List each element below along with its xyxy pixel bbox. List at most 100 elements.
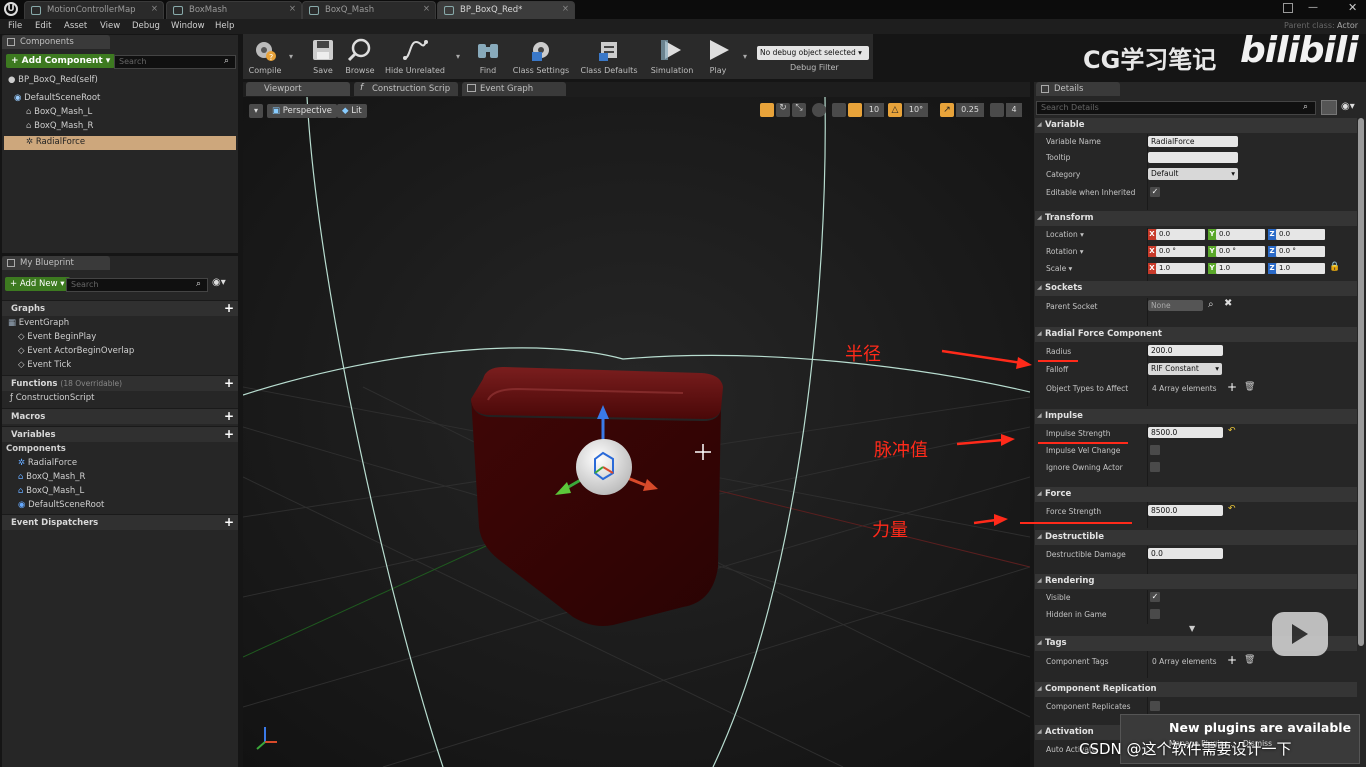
search-icon[interactable]: ⌕ — [196, 279, 201, 289]
simulation-button[interactable]: Simulation — [648, 36, 696, 78]
close-icon[interactable]: × — [423, 4, 430, 14]
reset-default-icon[interactable]: ↶ — [1228, 426, 1236, 436]
component-replicates-checkbox[interactable] — [1150, 701, 1160, 711]
radius-input[interactable]: 200.0 — [1148, 345, 1223, 356]
viewport-options-button[interactable]: ▾ — [249, 104, 263, 118]
category-dropdown[interactable]: Default — [1148, 168, 1238, 180]
play-dropdown-icon[interactable]: ▾ — [743, 52, 747, 61]
rotation-snap-icon[interactable]: △ — [888, 103, 902, 117]
world-local-icon[interactable] — [812, 103, 826, 117]
transform-section[interactable]: Transform — [1035, 211, 1357, 226]
tab-construction-script[interactable]: Construction Scrip — [354, 82, 458, 96]
menu-help[interactable]: Help — [215, 21, 234, 31]
menu-window[interactable]: Window — [171, 21, 205, 31]
play-button[interactable]: Play — [702, 36, 734, 78]
add-component-button[interactable]: + Add Component ▾ — [6, 54, 116, 68]
add-function-icon[interactable]: + — [224, 377, 234, 389]
viewport[interactable]: ▾ ▣ Perspective ◆ Lit ↻ ⤡ 10 △ 10° ↗ 0.2… — [243, 97, 1030, 767]
lock-icon[interactable]: 🔒 — [1329, 262, 1340, 272]
variable-boxq-mash-r[interactable]: ⌂ BoxQ_Mash_R — [18, 472, 85, 486]
force-section[interactable]: Force — [1035, 487, 1357, 502]
compile-button[interactable]: ? Compile — [246, 36, 284, 78]
close-icon[interactable]: × — [151, 4, 158, 14]
variable-defaultsceneroot[interactable]: ◉ DefaultSceneRoot — [18, 500, 104, 514]
event-beginplay-item[interactable]: ◇ Event BeginPlay — [18, 332, 96, 346]
clear-icon[interactable]: ✖ — [1224, 298, 1232, 309]
rotate-mode-icon[interactable]: ↻ — [776, 103, 790, 117]
details-search-input[interactable]: Search Details — [1036, 101, 1316, 115]
variable-name-input[interactable]: RadialForce — [1148, 136, 1238, 147]
components-tab[interactable]: Components — [2, 35, 110, 49]
close-icon[interactable]: × — [562, 4, 569, 14]
browse-button[interactable]: Browse — [342, 36, 378, 78]
camera-speed-value[interactable]: 4 — [1006, 103, 1022, 117]
bilibili-tv-icon[interactable] — [1272, 612, 1328, 656]
class-defaults-button[interactable]: Class Defaults — [578, 36, 640, 78]
close-window-button[interactable]: ✕ — [1348, 1, 1357, 14]
graphs-section[interactable]: Graphs + — [2, 300, 238, 316]
rotation-z-input[interactable]: 0.0 ° — [1276, 246, 1325, 257]
tab-boxmash[interactable]: BoxMash × — [166, 1, 302, 19]
reset-default-icon[interactable]: ↶ — [1228, 504, 1236, 514]
ignore-owning-actor-checkbox[interactable] — [1150, 462, 1160, 472]
rotation-x-input[interactable]: 0.0 ° — [1156, 246, 1205, 257]
add-variable-icon[interactable]: + — [224, 428, 234, 440]
event-actorbeginoverlap-item[interactable]: ◇ Event ActorBeginOverlap — [18, 346, 134, 360]
tooltip-input[interactable] — [1148, 152, 1238, 163]
tree-item-boxq-mash-r[interactable]: ⌂ BoxQ_Mash_R — [26, 121, 93, 135]
trash-icon[interactable]: 🗑 — [1244, 655, 1255, 665]
scale-snap-icon[interactable]: ↗ — [940, 103, 954, 117]
trash-icon[interactable]: 🗑 — [1244, 382, 1255, 392]
details-scrollbar[interactable] — [1358, 118, 1364, 646]
minimize-button[interactable]: — — [1308, 2, 1318, 13]
search-icon[interactable]: ⌕ — [1208, 299, 1214, 310]
tree-item-defaultsceneroot[interactable]: ◉ DefaultSceneRoot — [14, 93, 100, 107]
component-replication-section[interactable]: Component Replication — [1035, 682, 1357, 697]
variable-boxq-mash-l[interactable]: ⌂ BoxQ_Mash_L — [18, 486, 84, 500]
menu-file[interactable]: File — [8, 21, 22, 31]
add-graph-icon[interactable]: + — [224, 302, 234, 314]
scale-label[interactable]: Scale ▾ — [1046, 264, 1072, 273]
scale-snap-value[interactable]: 0.25 — [956, 103, 984, 117]
rendering-section[interactable]: Rendering — [1035, 574, 1357, 589]
rotation-label[interactable]: Rotation ▾ — [1046, 247, 1084, 256]
find-button[interactable]: Find — [472, 36, 504, 78]
perspective-button[interactable]: ▣ Perspective — [267, 104, 337, 118]
tree-item-radialforce[interactable]: ✲ RadialForce — [4, 136, 236, 150]
variable-radialforce[interactable]: ✲ RadialForce — [18, 458, 77, 472]
radial-force-section[interactable]: Radial Force Component — [1035, 327, 1357, 342]
collapse-icon[interactable] — [1283, 3, 1293, 13]
blueprint-search-input[interactable]: Search — [66, 278, 208, 292]
menu-view[interactable]: View — [100, 21, 120, 31]
impulse-strength-input[interactable]: 8500.0 — [1148, 427, 1223, 438]
property-matrix-icon[interactable] — [1321, 100, 1337, 115]
location-z-input[interactable]: 0.0 — [1276, 229, 1325, 240]
destructible-damage-input[interactable]: 0.0 — [1148, 548, 1223, 559]
menu-edit[interactable]: Edit — [35, 21, 51, 31]
impulse-section[interactable]: Impulse — [1035, 409, 1357, 424]
tab-viewport[interactable]: Viewport — [246, 82, 350, 96]
unreal-logo-icon[interactable]: U — [4, 2, 18, 16]
location-x-input[interactable]: 0.0 — [1156, 229, 1205, 240]
scale-z-input[interactable]: 1.0 — [1276, 263, 1325, 274]
search-icon[interactable]: ⌕ — [1303, 102, 1308, 112]
grid-snap-value[interactable]: 10 — [864, 103, 884, 117]
debug-object-select[interactable]: No debug object selected ▾ — [757, 46, 869, 60]
add-dispatcher-icon[interactable]: + — [224, 516, 234, 528]
sockets-section[interactable]: Sockets — [1035, 281, 1357, 296]
falloff-dropdown[interactable]: RIF Constant — [1148, 363, 1222, 375]
editable-inherited-checkbox[interactable]: ✓ — [1150, 187, 1160, 197]
add-element-icon[interactable]: + — [1227, 653, 1237, 667]
location-label[interactable]: Location ▾ — [1046, 230, 1084, 239]
menu-asset[interactable]: Asset — [64, 21, 87, 31]
tab-event-graph[interactable]: Event Graph — [462, 82, 566, 96]
variables-section[interactable]: Variables + — [2, 426, 238, 442]
hide-unrelated-button[interactable]: Hide Unrelated — [384, 36, 446, 78]
tab-motioncontrollermap[interactable]: MotionControllerMap × — [24, 1, 164, 19]
scale-x-input[interactable]: 1.0 — [1156, 263, 1205, 274]
force-strength-input[interactable]: 8500.0 — [1148, 505, 1223, 516]
components-search-input[interactable]: Search — [114, 55, 236, 69]
event-tick-item[interactable]: ◇ Event Tick — [18, 360, 71, 374]
add-element-icon[interactable]: + — [1227, 380, 1237, 394]
surface-snap-icon[interactable] — [832, 103, 846, 117]
